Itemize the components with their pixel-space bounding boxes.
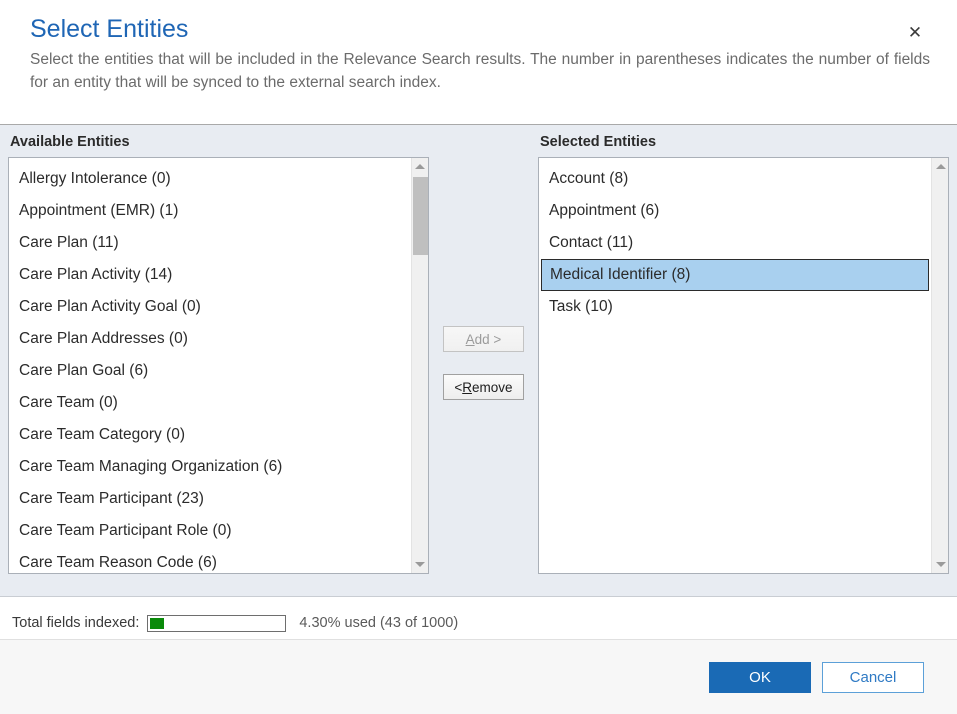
close-icon[interactable]: ✕	[904, 21, 926, 43]
available-entities-column: Available Entities Allergy Intolerance (…	[8, 134, 429, 574]
cancel-button[interactable]: Cancel	[822, 661, 924, 693]
list-item[interactable]: Account (8)	[539, 163, 931, 195]
add-button[interactable]: Add >	[442, 326, 524, 352]
list-item[interactable]: Appointment (6)	[539, 195, 931, 227]
list-item[interactable]: Care Team Category (0)	[9, 419, 411, 451]
select-entities-dialog: Select Entities Select the entities that…	[0, 0, 957, 714]
list-item[interactable]: Care Plan Goal (6)	[9, 355, 411, 387]
index-usage-text: 4.30% used (43 of 1000)	[299, 615, 459, 631]
list-item[interactable]: Care Team (0)	[9, 387, 411, 419]
available-entities-list[interactable]: Allergy Intolerance (0) Appointment (EMR)…	[9, 158, 411, 573]
list-item[interactable]: Care Team Participant (23)	[9, 483, 411, 515]
scrollbar-thumb[interactable]	[412, 176, 428, 255]
available-scrollbar[interactable]	[410, 157, 428, 573]
transfer-buttons: Add > < Remove	[429, 134, 538, 574]
selected-scrollbar[interactable]	[931, 158, 948, 573]
list-item[interactable]: Allergy Intolerance (0)	[9, 163, 411, 195]
list-item[interactable]: Care Plan Activity (14)	[9, 259, 411, 291]
progress-fill	[150, 617, 164, 629]
list-item[interactable]: Care Plan Activity Goal (0)	[9, 291, 411, 323]
list-item[interactable]: Care Plan (11)	[9, 227, 411, 259]
selected-entities-column: Selected Entities Account (8) Appointment…	[537, 134, 949, 574]
selected-entities-listbox[interactable]: Account (8) Appointment (6) Contact (11) Me…	[537, 157, 949, 574]
dialog-footer: OK Cancel	[0, 639, 957, 714]
total-fields-indexed-label: Total fields indexed:	[12, 615, 140, 631]
selected-entities-list[interactable]: Account (8) Appointment (6) Contact (11) Me…	[539, 158, 931, 573]
entity-transfer-layout: Available Entities Allergy Intolerance (…	[0, 125, 957, 596]
scroll-up-arrow-icon[interactable]	[412, 158, 428, 175]
available-entities-label: Available Entities	[10, 134, 130, 150]
scroll-down-arrow-icon[interactable]	[412, 556, 428, 573]
list-item[interactable]: Contact (11)	[539, 227, 931, 259]
scroll-down-arrow-icon[interactable]	[932, 556, 948, 573]
scroll-up-arrow-icon[interactable]	[932, 158, 948, 175]
list-item-selected[interactable]: Medical Identifier (8)	[540, 259, 929, 291]
page-title: Select Entities	[30, 15, 189, 43]
list-item[interactable]: Care Team Participant Role (0)	[9, 515, 411, 547]
list-item[interactable]: Care Plan Addresses (0)	[9, 323, 411, 355]
index-usage-status: Total fields indexed: 4.30% used (43 of …	[0, 597, 957, 639]
available-entities-listbox[interactable]: Allergy Intolerance (0) Appointment (EMR)…	[8, 156, 429, 574]
list-item[interactable]: Task (10)	[539, 291, 931, 323]
remove-button[interactable]: < Remove	[442, 374, 524, 400]
dialog-body: Available Entities Allergy Intolerance (…	[0, 124, 957, 597]
selected-entities-label: Selected Entities	[539, 134, 657, 150]
dialog-description: Select the entities that will be include…	[30, 51, 930, 91]
list-item[interactable]: Care Team Reason Code (6)	[9, 547, 411, 573]
index-usage-progressbar	[147, 614, 287, 632]
list-item[interactable]: Care Team Managing Organization (6)	[9, 451, 411, 483]
list-item[interactable]: Appointment (EMR) (1)	[9, 195, 411, 227]
dialog-header: Select Entities Select the entities that…	[0, 0, 957, 100]
ok-button[interactable]: OK	[709, 661, 811, 693]
